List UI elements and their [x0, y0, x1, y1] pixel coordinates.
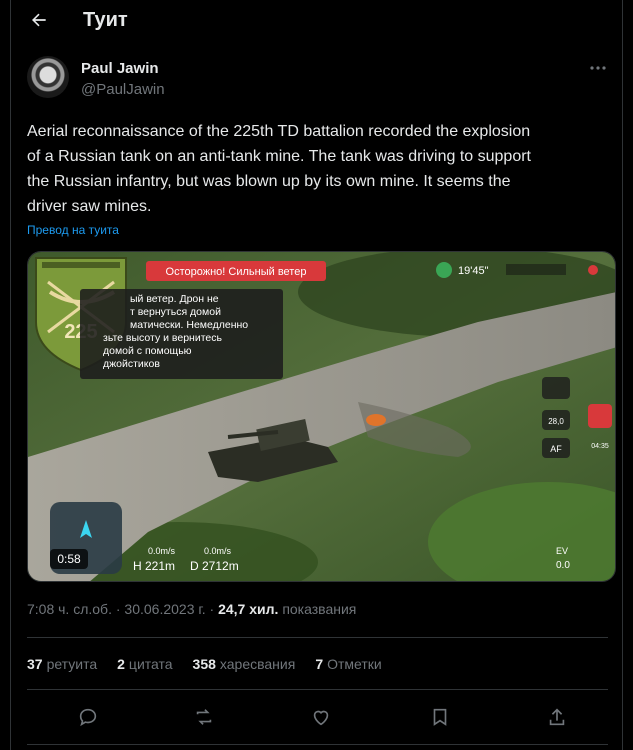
views-label: показвания — [282, 601, 357, 617]
warning-banner: Осторожно! Сильный ветер — [146, 261, 326, 281]
share-button[interactable] — [546, 706, 570, 730]
stat-retweets[interactable]: 37 ретуита — [27, 656, 97, 672]
message-line-6: джойстиков — [103, 358, 160, 370]
action-bar — [11, 700, 624, 736]
back-button[interactable] — [19, 0, 59, 40]
more-icon — [590, 66, 606, 70]
page-title: Туит — [83, 8, 128, 31]
message-line-2: т вернуться домой — [130, 306, 221, 318]
video-duration: 0:58 — [57, 552, 81, 566]
like-button[interactable] — [310, 706, 334, 730]
speed-1: 0.0m/s — [148, 546, 176, 556]
bookmark-icon — [433, 708, 447, 726]
retweet-button[interactable] — [193, 706, 217, 730]
back-arrow-icon — [32, 13, 46, 27]
divider — [27, 637, 608, 638]
video-player[interactable]: 225 Осторожно! Сильный ветер ый ветер. Д… — [27, 251, 616, 582]
more-button[interactable] — [588, 60, 608, 76]
stat-bookmarks[interactable]: 7 Отметки — [315, 656, 381, 672]
tweet-detail-column: Туит Paul Jawin @PaulJawin Aerial reconn… — [10, 0, 623, 750]
tweet-text: Aerial reconnaissance of the 225th TD ba… — [27, 123, 531, 215]
distance-readout: D 2712m — [190, 559, 239, 573]
timestamp[interactable]: 7:08 ч. сл.об. · 30.06.2023 г. · — [27, 601, 214, 617]
message-line-5: домой с помощью — [103, 345, 192, 357]
message-line-4: зьте высоту и вернитесь — [103, 332, 222, 344]
author-handle[interactable]: @PaulJawin — [81, 80, 165, 100]
bookmark-button[interactable] — [429, 706, 453, 730]
wind-message-box: ый ветер. Дрон не т вернуться домой мати… — [80, 289, 283, 379]
avatar[interactable] — [27, 56, 69, 98]
ev-label: EV — [556, 546, 568, 556]
af-label: AF — [550, 444, 562, 454]
speed-2: 0.0m/s — [204, 546, 232, 556]
share-icon — [549, 708, 565, 726]
side-readout: 28,0 — [548, 417, 564, 426]
reply-icon — [79, 708, 97, 727]
retweet-icon — [196, 709, 212, 725]
divider — [27, 744, 608, 745]
engagement-stats: 37 ретуита 2 цитата 358 харесвания 7 Отметки — [27, 656, 402, 672]
video-frame: 225 Осторожно! Сильный ветер ый ветер. Д… — [28, 252, 615, 581]
stat-quotes[interactable]: 2 цитата — [117, 656, 172, 672]
header-bar: Туит — [11, 0, 624, 40]
author-block: Paul Jawin @PaulJawin — [27, 56, 165, 100]
like-icon — [313, 710, 329, 726]
tweet-meta: 7:08 ч. сл.об. · 30.06.2023 г. · 24,7 хи… — [27, 601, 356, 617]
reply-button[interactable] — [77, 706, 101, 730]
flight-time: 19'45" — [458, 265, 489, 277]
author-names: Paul Jawin @PaulJawin — [81, 59, 165, 100]
warning-text: Осторожно! Сильный ветер — [166, 266, 307, 278]
ev-value: 0.0 — [556, 560, 570, 571]
height-readout: H 221m — [133, 559, 175, 573]
divider — [27, 689, 608, 690]
translate-link[interactable]: Превод на туита — [27, 223, 119, 237]
message-line-1: ый ветер. Дрон не — [130, 293, 219, 305]
record-time: 04:35 — [591, 443, 609, 450]
author-display-name[interactable]: Paul Jawin — [81, 59, 165, 78]
stat-likes[interactable]: 358 харесвания — [193, 656, 296, 672]
duration-badge: 0:58 — [50, 549, 88, 569]
message-line-3: матически. Немедленно — [130, 319, 248, 331]
views-count: 24,7 хил. — [218, 601, 279, 617]
